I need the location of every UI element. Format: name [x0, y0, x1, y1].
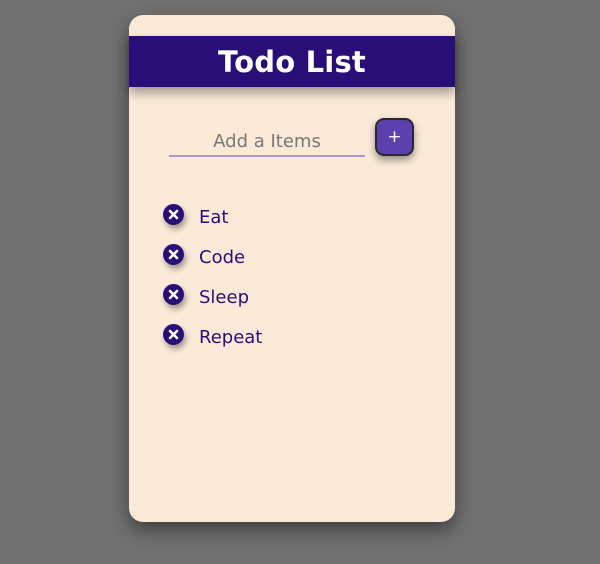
list-item: Code — [163, 237, 262, 277]
list-item: Sleep — [163, 277, 262, 317]
list-item: Eat — [163, 197, 262, 237]
list-item-label: Code — [199, 246, 246, 268]
add-item-input[interactable] — [169, 127, 365, 155]
delete-item-icon[interactable] — [163, 323, 184, 345]
list-item-label: Eat — [199, 206, 229, 228]
close-icon — [168, 289, 179, 299]
todo-list: Eat Code Sleep Repeat — [163, 197, 262, 357]
page-title: Todo List — [218, 44, 366, 79]
list-item-label: Repeat — [199, 326, 263, 348]
close-icon — [168, 209, 179, 219]
close-icon — [168, 329, 179, 339]
delete-item-icon[interactable] — [163, 203, 184, 225]
todo-card: Todo List + Eat Code — [129, 15, 455, 522]
close-icon — [168, 249, 179, 259]
delete-item-icon[interactable] — [163, 243, 184, 265]
delete-item-icon[interactable] — [163, 283, 184, 305]
add-item-button[interactable]: + — [375, 118, 414, 156]
item-input-wrapper — [169, 127, 365, 157]
list-item: Repeat — [163, 317, 262, 357]
header-bar: Todo List — [129, 36, 455, 87]
list-item-label: Sleep — [199, 286, 250, 308]
